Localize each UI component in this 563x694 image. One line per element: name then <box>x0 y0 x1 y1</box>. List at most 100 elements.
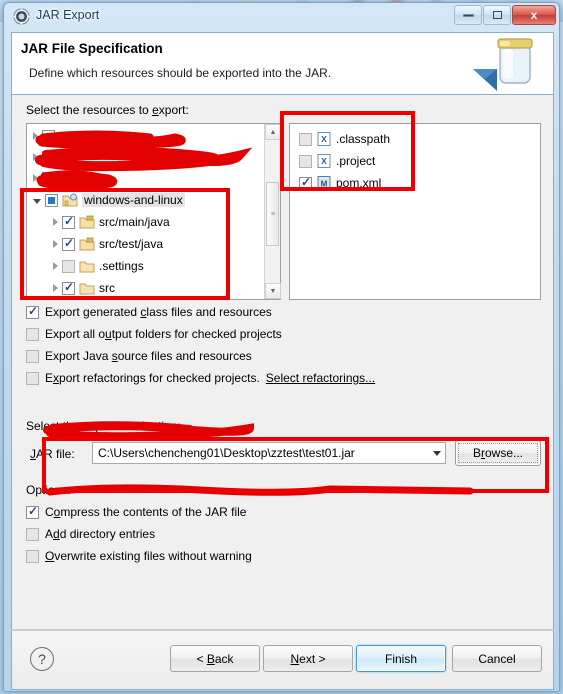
project-icon <box>59 129 75 143</box>
scroll-down-icon[interactable]: ▼ <box>265 283 281 299</box>
window-controls: x <box>453 5 556 26</box>
chevron-right-icon[interactable] <box>53 218 58 226</box>
checkbox[interactable] <box>26 349 39 363</box>
tree-checkbox[interactable] <box>42 171 55 185</box>
file-row-label: pom.xml <box>336 176 382 190</box>
chevron-right-icon[interactable] <box>53 240 58 248</box>
option-export-all-output-folders[interactable]: Export all output folders for checked pr… <box>26 327 282 341</box>
tree-row-redacted-2[interactable] <box>27 147 264 167</box>
option-label: Export all output folders for checked pr… <box>45 327 282 341</box>
checkbox[interactable] <box>26 327 39 341</box>
tree-checkbox[interactable] <box>42 150 55 164</box>
scroll-up-icon[interactable]: ▲ <box>265 124 281 140</box>
file-checkbox[interactable] <box>299 132 312 146</box>
finish-button[interactable]: Finish <box>356 645 446 672</box>
option-export-java-source-files[interactable]: Export Java source files and resources <box>26 349 252 363</box>
tree-vertical-scrollbar[interactable]: ▲ ≡ ▼ <box>264 124 281 299</box>
select-refactorings-link[interactable]: Select refactorings... <box>266 371 375 385</box>
tree-row-label: .settings <box>99 259 144 273</box>
option-export-refactorings[interactable]: Export refactorings for checked projects… <box>26 371 375 385</box>
dialog-footer: ? < Back Next > Finish Cancel <box>11 630 554 690</box>
xml-file-icon: X <box>316 154 332 168</box>
source-folder-icon <box>79 237 95 251</box>
folder-icon <box>79 281 95 295</box>
option-add-directory-entries[interactable]: Add directory entries <box>26 527 155 541</box>
checkbox[interactable] <box>26 304 39 319</box>
help-icon[interactable]: ? <box>30 647 54 671</box>
tree-row-windows-and-linux[interactable]: windows-and-linux <box>27 190 264 210</box>
cancel-button[interactable]: Cancel <box>452 645 542 672</box>
option-label: Add directory entries <box>45 527 156 541</box>
option-export-generated-class-files[interactable]: Export generated class files and resourc… <box>26 304 272 319</box>
tree-row-partial[interactable] <box>27 298 264 299</box>
chevron-right-icon[interactable] <box>33 132 38 140</box>
dialog-body: Select the resources to export: windows-… <box>11 95 554 630</box>
tree-checkbox[interactable] <box>42 129 55 143</box>
jar-file-input[interactable]: C:\Users\chencheng01\Desktop\zztest\test… <box>92 442 446 464</box>
tree-row-redacted-3[interactable] <box>27 168 264 188</box>
browse-button[interactable]: Browse... <box>455 440 541 466</box>
file-checkbox[interactable] <box>299 154 312 168</box>
tree-checkbox[interactable] <box>62 259 75 273</box>
tree-row-label: src/test/java <box>99 237 164 251</box>
maven-file-icon: M <box>316 176 332 190</box>
scroll-thumb[interactable]: ≡ <box>266 182 279 246</box>
tree-row-src-test-java[interactable]: src/test/java <box>27 234 264 254</box>
tree-checkbox[interactable] <box>62 280 75 295</box>
minimize-button[interactable] <box>454 5 482 25</box>
svg-text:X: X <box>321 156 327 166</box>
next-button[interactable]: Next > <box>263 645 353 672</box>
chevron-right-icon[interactable] <box>53 284 58 292</box>
tree-row-label: windows-and-linux <box>82 193 185 207</box>
tree-row-label: src <box>99 281 115 295</box>
folder-icon <box>79 259 95 273</box>
checkbox[interactable] <box>26 527 39 541</box>
xml-file-icon: X <box>316 132 332 146</box>
svg-text:M: M <box>321 180 328 189</box>
option-label: Overwrite existing files without warning <box>45 549 252 563</box>
option-compress-contents[interactable]: Compress the contents of the JAR file <box>26 504 247 519</box>
option-label: Export Java source files and resources <box>45 349 252 363</box>
chevron-right-icon[interactable] <box>53 262 58 270</box>
window-title: JAR Export <box>36 8 100 22</box>
file-row-pom-xml[interactable]: M pom.xml <box>290 173 549 193</box>
tree-checkbox[interactable] <box>62 236 75 251</box>
jar-file-label: JAR file: <box>30 447 75 461</box>
checkbox[interactable] <box>26 549 39 563</box>
checkbox[interactable] <box>26 504 39 519</box>
page-subtitle: Define which resources should be exporte… <box>29 66 332 80</box>
chevron-down-icon[interactable] <box>428 450 445 456</box>
maximize-button[interactable] <box>483 5 511 25</box>
file-row-classpath[interactable]: X .classpath <box>290 129 549 149</box>
project-icon <box>59 150 75 164</box>
minimize-icon <box>462 13 474 17</box>
jar-export-icon <box>13 8 30 25</box>
chevron-down-icon[interactable] <box>33 199 41 204</box>
checkbox[interactable] <box>26 371 39 385</box>
chevron-right-icon[interactable] <box>33 153 38 161</box>
wizard-header: JAR File Specification Define which reso… <box>11 32 554 95</box>
close-button[interactable]: x <box>512 5 556 25</box>
option-label: Compress the contents of the JAR file <box>45 505 247 519</box>
back-label: < Back <box>196 651 234 666</box>
title-bar: JAR Export x <box>4 3 559 30</box>
back-button[interactable]: < Back <box>170 645 260 672</box>
file-checkbox[interactable] <box>299 175 312 190</box>
tree-row-settings[interactable]: .settings <box>27 256 264 276</box>
resource-file-list[interactable]: X .classpath X .project ✓ M pom.xml <box>289 123 541 300</box>
source-folder-icon <box>79 215 95 229</box>
tree-checkbox[interactable] <box>62 214 75 229</box>
dialog-window: JAR Export x JAR File Specification Defi… <box>3 2 560 692</box>
screenshot-root: JAR Export x JAR File Specification Defi… <box>0 0 563 694</box>
tree-checkbox[interactable] <box>45 193 58 207</box>
next-label: Next > <box>290 651 326 666</box>
option-overwrite-existing-files[interactable]: Overwrite existing files without warning <box>26 549 252 563</box>
resource-tree[interactable]: windows-and-linux src/main/java <box>26 123 281 300</box>
file-row-project[interactable]: X .project <box>290 151 549 171</box>
tree-row-src[interactable]: src <box>27 278 264 298</box>
tree-row-redacted-1[interactable] <box>27 126 264 146</box>
jar-wizard-icon <box>467 35 545 93</box>
tree-row-src-main-java[interactable]: src/main/java <box>27 212 264 232</box>
chevron-right-icon[interactable] <box>33 174 38 182</box>
file-row-label: .classpath <box>336 132 391 146</box>
